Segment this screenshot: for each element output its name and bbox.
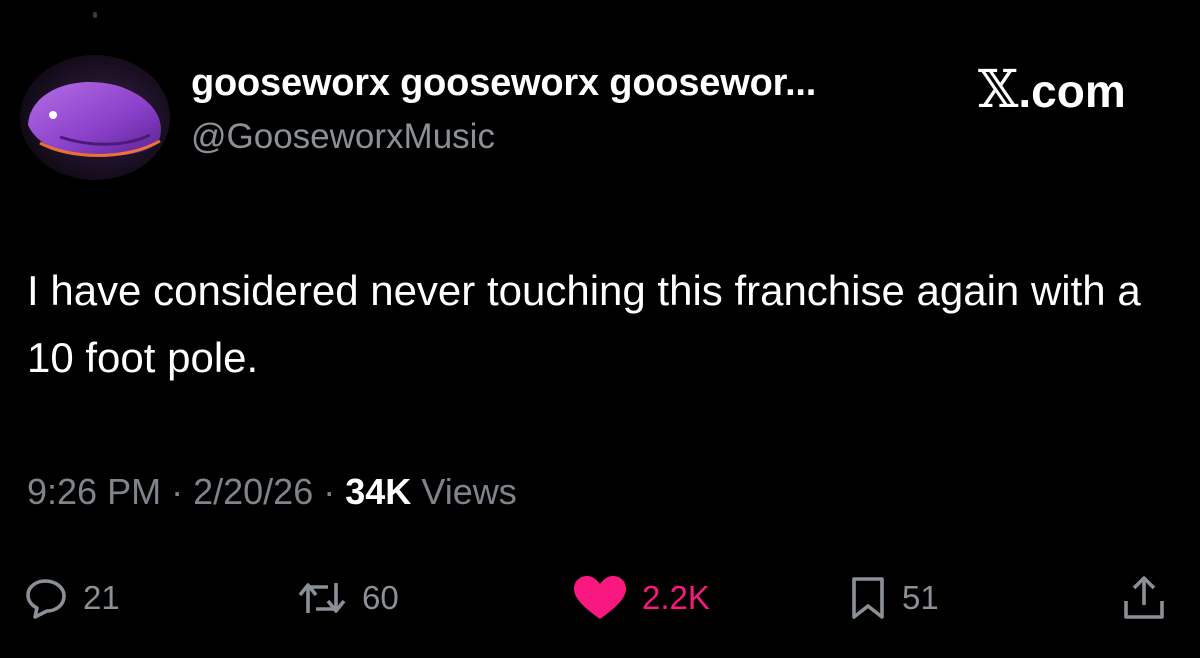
heart-icon [572, 575, 628, 621]
bookmark-count: 51 [902, 579, 939, 616]
bookmark-icon [848, 576, 888, 620]
avatar[interactable] [20, 55, 170, 180]
tweet-time[interactable]: 9:26 PM [27, 471, 161, 512]
meta-separator: · [323, 471, 336, 512]
share-button[interactable] [1122, 575, 1166, 621]
x-logo-icon: 𝕏 [978, 60, 1019, 120]
meta-separator: · [171, 471, 184, 512]
tweet-date[interactable]: 2/20/26 [193, 471, 313, 512]
repost-count: 60 [362, 579, 399, 616]
reply-button[interactable]: 21 [25, 575, 120, 621]
like-count: 2.2K [642, 579, 710, 616]
display-name[interactable]: gooseworx gooseworx goosewor... [191, 62, 816, 105]
tweet-meta: 9:26 PM · 2/20/26 · 34K Views [27, 471, 517, 513]
reply-count: 21 [83, 579, 120, 616]
brand-suffix: .com [1018, 65, 1126, 117]
brand-watermark: 𝕏.com [978, 60, 1126, 120]
speech-bubble-icon [25, 577, 69, 619]
tweet-text: I have considered never touching this fr… [27, 267, 1141, 381]
views-count: 34K [345, 471, 412, 512]
top-indicator [93, 12, 97, 18]
handle[interactable]: @GooseworxMusic [191, 117, 495, 157]
repost-arrows-icon [296, 577, 348, 619]
like-button[interactable]: 2.2K [572, 575, 710, 621]
share-upload-icon [1122, 575, 1166, 621]
bookmark-button[interactable]: 51 [848, 575, 939, 621]
views-label: Views [421, 471, 517, 512]
repost-button[interactable]: 60 [296, 575, 399, 621]
